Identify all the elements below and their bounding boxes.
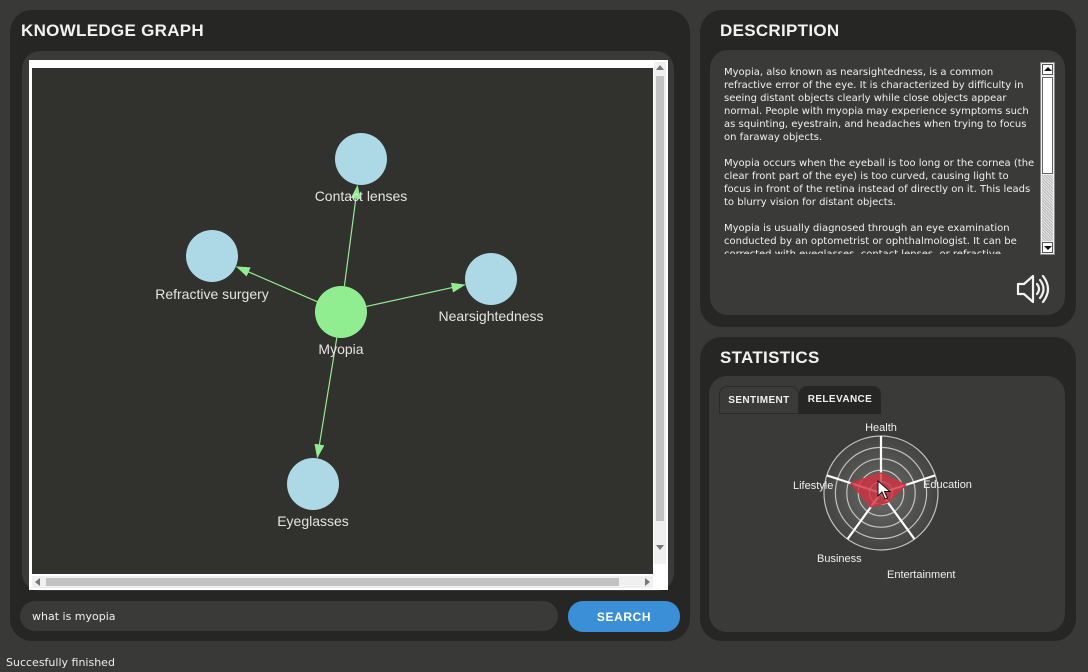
graph-svg[interactable]: Myopia Contact lenses Refractive surgery Ne… <box>32 68 653 574</box>
graph-node-myopia[interactable] <box>315 286 367 338</box>
graph-view[interactable]: Myopia Contact lenses Refractive surgery Ne… <box>29 60 668 590</box>
description-container: Myopia, also known as nearsightedness, i… <box>710 50 1065 315</box>
scroll-left-icon[interactable] <box>35 578 40 586</box>
knowledge-graph-panel: KNOWLEDGE GRAPH Myopia Contact lenses Refr… <box>10 10 690 641</box>
graph-node-nearsight[interactable] <box>465 253 517 305</box>
scroll-right-icon[interactable] <box>645 578 650 586</box>
graph-node-contact[interactable] <box>335 133 387 185</box>
radar-label-business: Business <box>817 553 862 565</box>
statistics-title: STATISTICS <box>720 348 820 367</box>
status-bar: Succesfully finished <box>6 656 115 669</box>
graph-canvas[interactable]: Myopia Contact lenses Refractive surgery Ne… <box>32 68 653 574</box>
graph-vertical-scrollbar[interactable] <box>654 62 666 564</box>
description-text: Myopia, also known as nearsightedness, i… <box>724 66 1036 254</box>
statistics-panel: STATISTICS SENTIMENT RELEVANCE Health Edu… <box>700 337 1076 641</box>
description-paragraph: Myopia occurs when the eyeball is too lo… <box>724 158 1035 208</box>
query-input[interactable] <box>20 601 558 631</box>
description-paragraph: Myopia is usually diagnosed through an e… <box>724 223 1017 254</box>
description-panel: DESCRIPTION Myopia, also known as nearsi… <box>700 10 1076 327</box>
scroll-up-icon[interactable] <box>656 65 664 70</box>
description-paragraph: Myopia, also known as nearsightedness, i… <box>724 67 1029 143</box>
scroll-thumb-horizontal[interactable] <box>46 578 619 586</box>
radar-label-health: Health <box>865 422 897 434</box>
scroll-track[interactable] <box>1042 175 1053 241</box>
graph-edge-myopia-nearsight <box>366 282 466 307</box>
relevance-radar-chart[interactable]: Health Education Entertainment Business Life… <box>709 376 1065 632</box>
graph-node-eyeglasses[interactable] <box>287 458 339 510</box>
speaker-icon[interactable] <box>1016 273 1050 305</box>
description-scrollbar[interactable] <box>1040 62 1055 255</box>
knowledge-graph-title: KNOWLEDGE GRAPH <box>21 21 204 40</box>
graph-horizontal-scrollbar[interactable] <box>32 576 653 588</box>
graph-node-label-eyeglasses: Eyeglasses <box>277 513 349 529</box>
radar-label-education: Education <box>923 479 972 491</box>
graph-node-label-myopia: Myopia <box>318 341 363 357</box>
scroll-down-icon[interactable] <box>1042 242 1053 253</box>
radar-label-lifestyle: Lifestyle <box>793 480 833 492</box>
scroll-thumb[interactable] <box>656 76 664 521</box>
graph-node-label-refractive: Refractive surgery <box>155 286 269 302</box>
graph-node-refractive[interactable] <box>186 230 238 282</box>
description-title: DESCRIPTION <box>720 21 840 40</box>
graph-node-label-nearsight: Nearsightedness <box>438 308 543 324</box>
scroll-down-icon[interactable] <box>656 545 664 550</box>
scroll-thumb[interactable] <box>1042 77 1053 174</box>
statistics-container: SENTIMENT RELEVANCE Health Education Enter… <box>709 376 1065 632</box>
scroll-up-icon[interactable] <box>1042 64 1053 75</box>
graph-node-label-contact: Contact lenses <box>315 188 408 204</box>
radar-label-entertainment: Entertainment <box>887 569 955 581</box>
search-button[interactable]: SEARCH <box>568 601 680 632</box>
